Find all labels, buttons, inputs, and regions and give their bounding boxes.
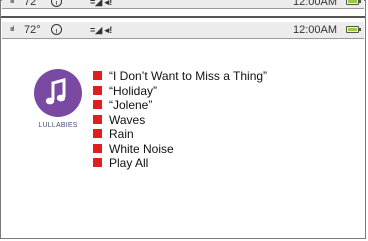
album-label: LULLABIES (38, 122, 78, 129)
playlist-item[interactable]: “Holiday” (93, 84, 267, 99)
status-bar-ghost: ıııl 72° ! =◢ ◂! 12:00AM (2, 0, 364, 9)
play-all-item[interactable]: Play All (93, 156, 267, 171)
clock-time: 12:00AM (292, 0, 337, 8)
playlist-item[interactable]: White Noise (93, 142, 267, 157)
alert-icon: ! (51, 24, 62, 37)
signal-icon: ıııl (10, 0, 15, 5)
battery-icon (346, 0, 361, 5)
sound-icon: =◢ ◂! (90, 25, 113, 35)
music-note-icon (45, 78, 66, 105)
album-cover[interactable] (34, 69, 82, 117)
clock-time: 12:00AM (292, 24, 337, 36)
playlist: “I Don’t Want to Miss a Thing” “Holiday”… (93, 69, 267, 171)
status-bar: ıııl 72° ! =◢ ◂! 12:00AM (2, 22, 364, 39)
app-window: ıııl 72° ! =◢ ◂! 12:00AM ıııl 72° ! =◢ ◂… (0, 0, 366, 239)
sound-icon: =◢ ◂! (90, 0, 113, 7)
playlist-item[interactable]: Rain (93, 127, 267, 142)
playlist-item[interactable]: “Jolene” (93, 98, 267, 113)
playlist-item[interactable]: “I Don’t Want to Miss a Thing” (93, 69, 267, 84)
temperature-text: 72° (24, 0, 41, 8)
alert-icon: ! (51, 0, 62, 9)
battery-icon (346, 26, 361, 33)
playlist-item[interactable]: Waves (93, 113, 267, 128)
temperature-text: 72° (24, 24, 41, 36)
signal-icon: ıııl (10, 26, 15, 33)
status-divider (1, 16, 365, 18)
